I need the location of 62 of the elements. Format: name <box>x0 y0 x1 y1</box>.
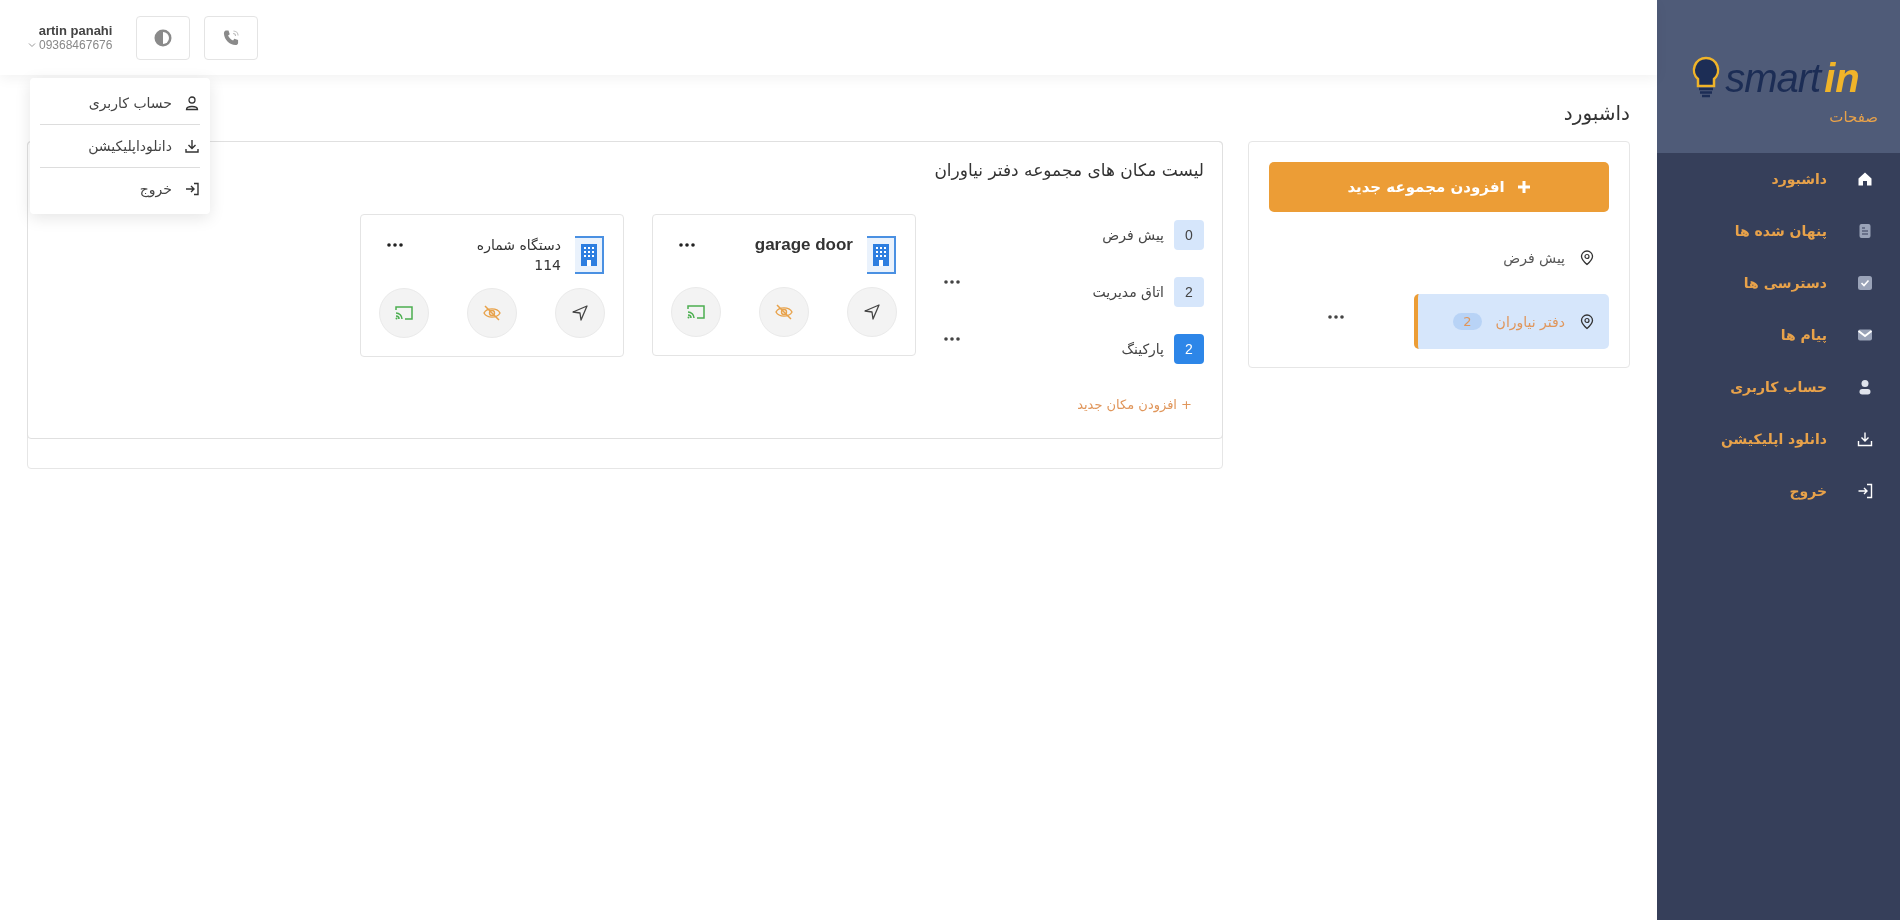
chevron-down-icon <box>28 42 36 48</box>
navigate-button[interactable] <box>847 287 897 337</box>
sidebar-item[interactable]: پیام ها <box>1657 309 1900 361</box>
lightbulb-icon <box>1691 56 1722 98</box>
count-badge[interactable]: 2 <box>1174 334 1204 364</box>
contrast-icon <box>153 27 174 48</box>
location-pin-icon <box>1579 250 1595 266</box>
navigate-button[interactable] <box>555 287 605 338</box>
location-pin-icon <box>1579 313 1595 330</box>
navigation-arrow-icon <box>863 303 881 321</box>
count-badge: 2 <box>1453 313 1482 330</box>
device-name: دستگاه شماره 114 <box>475 236 561 276</box>
count-badge[interactable]: 2 <box>1174 277 1204 307</box>
home-icon <box>1857 171 1873 187</box>
group-item[interactable]: پیش فرض <box>1414 242 1609 274</box>
cast-icon <box>394 303 414 322</box>
location-name[interactable]: پیش فرض <box>1102 227 1164 243</box>
cast-button[interactable] <box>379 287 429 338</box>
hide-button[interactable] <box>467 287 517 338</box>
phone-button[interactable] <box>204 15 259 60</box>
menu-item[interactable]: خروج <box>40 168 200 210</box>
download-icon <box>1857 431 1873 447</box>
sidebar-item[interactable]: پنهان شده ها <box>1657 205 1900 257</box>
logout-icon <box>184 181 200 197</box>
download-icon <box>184 138 200 154</box>
sidebar-item[interactable]: حساب کاربری <box>1657 361 1900 413</box>
document-icon <box>1857 223 1873 239</box>
cast-icon <box>686 303 706 321</box>
user-name: artin panahi <box>38 23 113 38</box>
phone-number[interactable]: 09368467676 <box>28 38 113 52</box>
menu-item[interactable]: حساب کاربری <box>40 82 200 124</box>
plus-icon <box>1516 180 1531 194</box>
hide-button[interactable] <box>759 287 809 337</box>
menu-item[interactable]: دانلوداپلیکیشن <box>40 125 200 167</box>
count-badge[interactable]: 0 <box>1174 220 1204 250</box>
sidebar-item[interactable]: داشبورد <box>1657 153 1900 205</box>
more-icon[interactable] <box>387 243 403 247</box>
eye-off-icon <box>774 303 794 321</box>
cast-button[interactable] <box>671 287 721 337</box>
sidebar-item[interactable]: دسترسی ها <box>1657 257 1900 309</box>
page-title: داشبورد <box>1563 101 1630 125</box>
device-name: garage door <box>753 235 853 256</box>
logout-icon <box>1857 483 1873 499</box>
more-icon[interactable] <box>1328 314 1344 319</box>
more-icon[interactable] <box>944 337 960 341</box>
location-name[interactable]: پارکینگ <box>1121 341 1164 357</box>
section-label: صفحات <box>1828 108 1878 126</box>
person-icon <box>1857 379 1873 395</box>
checkbox-icon <box>1857 275 1873 291</box>
location-name[interactable]: اتاق مدیریت <box>1092 284 1164 300</box>
phone-icon <box>221 27 242 48</box>
envelope-icon <box>1857 327 1873 343</box>
sidebar-item[interactable]: خروج <box>1657 465 1900 517</box>
navigation-arrow-icon <box>571 303 589 322</box>
more-icon[interactable] <box>679 243 695 247</box>
person-icon <box>184 95 200 111</box>
card-title: لیست مکان های مجموعه دفتر نیاوران <box>933 160 1204 180</box>
eye-off-icon <box>482 303 502 322</box>
theme-button[interactable] <box>136 15 191 60</box>
add-location-link[interactable]: + افزودن مکان جدید <box>1077 397 1192 412</box>
more-icon[interactable] <box>944 280 960 284</box>
sidebar-item[interactable]: دانلود اپلیکیشن <box>1657 413 1900 465</box>
